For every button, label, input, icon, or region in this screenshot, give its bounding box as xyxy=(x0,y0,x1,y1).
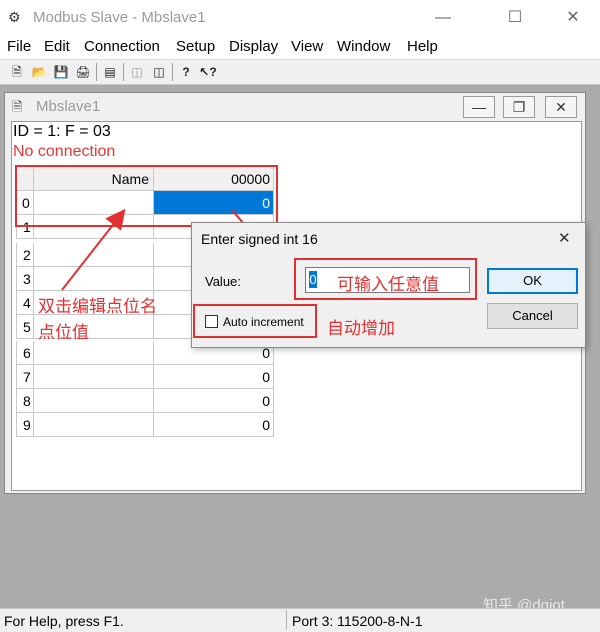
annotation-double-click-line2: 点位值 xyxy=(38,323,89,343)
status-port-text: Port 3: 115200-8-N-1 xyxy=(292,613,423,629)
arrow-to-name-cell xyxy=(61,208,126,291)
dialog-close-icon[interactable]: ✕ xyxy=(558,229,571,247)
status-separator xyxy=(286,610,287,630)
ok-button[interactable]: OK xyxy=(487,268,578,294)
status-help-text: For Help, press F1. xyxy=(4,613,124,629)
annotation-any-value: 可输入任意值 xyxy=(337,275,439,295)
cancel-button[interactable]: Cancel xyxy=(487,303,578,329)
annotation-double-click-line1: 双击编辑点位名 xyxy=(38,297,157,317)
annotation-auto-increase: 自动增加 xyxy=(327,319,395,339)
dialog-title: Enter signed int 16 xyxy=(201,231,318,247)
value-label: Value: xyxy=(205,274,241,289)
annotation-box-auto-increment xyxy=(193,304,317,338)
